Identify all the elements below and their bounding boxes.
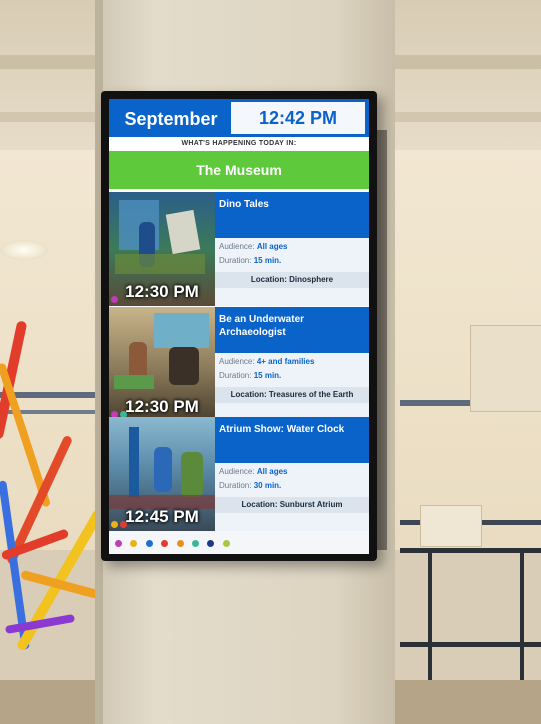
- wall-panel: [420, 505, 482, 547]
- category-legend: [109, 531, 369, 554]
- legend-item: [161, 540, 170, 547]
- event-audience: Audience: All ages: [219, 242, 288, 251]
- legend-dot-icon: [161, 540, 169, 547]
- legend-item: [207, 540, 216, 547]
- event-location: Location: Dinosphere: [215, 272, 369, 288]
- venue-label: The Museum: [196, 162, 282, 178]
- event-details: Be an Underwater Archaeologist Audience:…: [111, 307, 369, 421]
- clock-label: 12:42 PM: [258, 108, 338, 128]
- event-location: Location: Treasures of the Earth: [215, 387, 369, 403]
- venue-banner: The Museum: [109, 151, 369, 189]
- audience-dots: [111, 290, 120, 308]
- legend-dot-icon: [222, 540, 230, 547]
- category-dot-icon: [111, 521, 118, 528]
- date-label: September 17: [124, 109, 218, 159]
- category-dot-icon: [120, 521, 127, 528]
- event-title: Atrium Show: Water Clock: [215, 417, 369, 463]
- event-duration: Duration: 15 min.: [219, 371, 282, 380]
- legend-dot-icon: [207, 540, 215, 547]
- event-title: Be an Underwater Archaeologist: [215, 307, 369, 353]
- legend-item: [176, 540, 186, 547]
- subheading: WHAT'S HAPPENING TODAY IN:: [109, 137, 369, 151]
- glass-sculpture: [0, 300, 105, 680]
- legend-item: [115, 540, 124, 547]
- legend-item: [145, 540, 155, 547]
- legend-dot-icon: [115, 540, 122, 547]
- legend-dot-icon: [145, 540, 153, 547]
- event-details: Atrium Show: Water Clock Audience: All a…: [111, 417, 369, 531]
- legend-item: [191, 540, 201, 547]
- legend-dot-icon: [176, 540, 184, 547]
- event-card: 12:45 PM Atrium Show: Water Clock Audien…: [109, 417, 369, 531]
- event-title: Dino Tales: [215, 192, 369, 238]
- legend-dot-icon: [191, 540, 199, 547]
- signage-screen: September 17 12:42 PM WHAT'S HAPPENING T…: [109, 99, 369, 554]
- legend-item: [130, 540, 139, 547]
- wall-panel: [470, 325, 541, 412]
- ceiling-lamp: [0, 240, 48, 260]
- event-photo: 12:30 PM: [109, 307, 215, 421]
- event-time: 12:30 PM: [125, 282, 199, 301]
- event-details: Dino Tales Audience: All ages Duration: …: [111, 192, 369, 306]
- event-duration: Duration: 30 min.: [219, 481, 282, 490]
- legend-dot-icon: [130, 540, 138, 547]
- legend-items: [115, 540, 365, 547]
- time-box: 12:42 PM: [231, 102, 365, 134]
- event-photo: 12:30 PM: [109, 192, 215, 306]
- event-audience: Audience: All ages: [219, 467, 288, 476]
- category-dot-icon: [111, 296, 118, 303]
- legend-item: [222, 540, 232, 547]
- event-photo: 12:45 PM: [109, 417, 215, 531]
- event-card: 12:30 PM Dino Tales Audience: All ages D…: [109, 192, 369, 306]
- event-card: 12:30 PM Be an Underwater Archaeologist …: [109, 307, 369, 421]
- event-audience: Audience: 4+ and families: [219, 357, 315, 366]
- event-location: Location: Sunburst Atrium: [215, 497, 369, 513]
- header-bar: September 17 12:42 PM: [109, 99, 369, 159]
- event-duration: Duration: 15 min.: [219, 256, 282, 265]
- digital-signage-monitor: September 17 12:42 PM WHAT'S HAPPENING T…: [101, 91, 377, 561]
